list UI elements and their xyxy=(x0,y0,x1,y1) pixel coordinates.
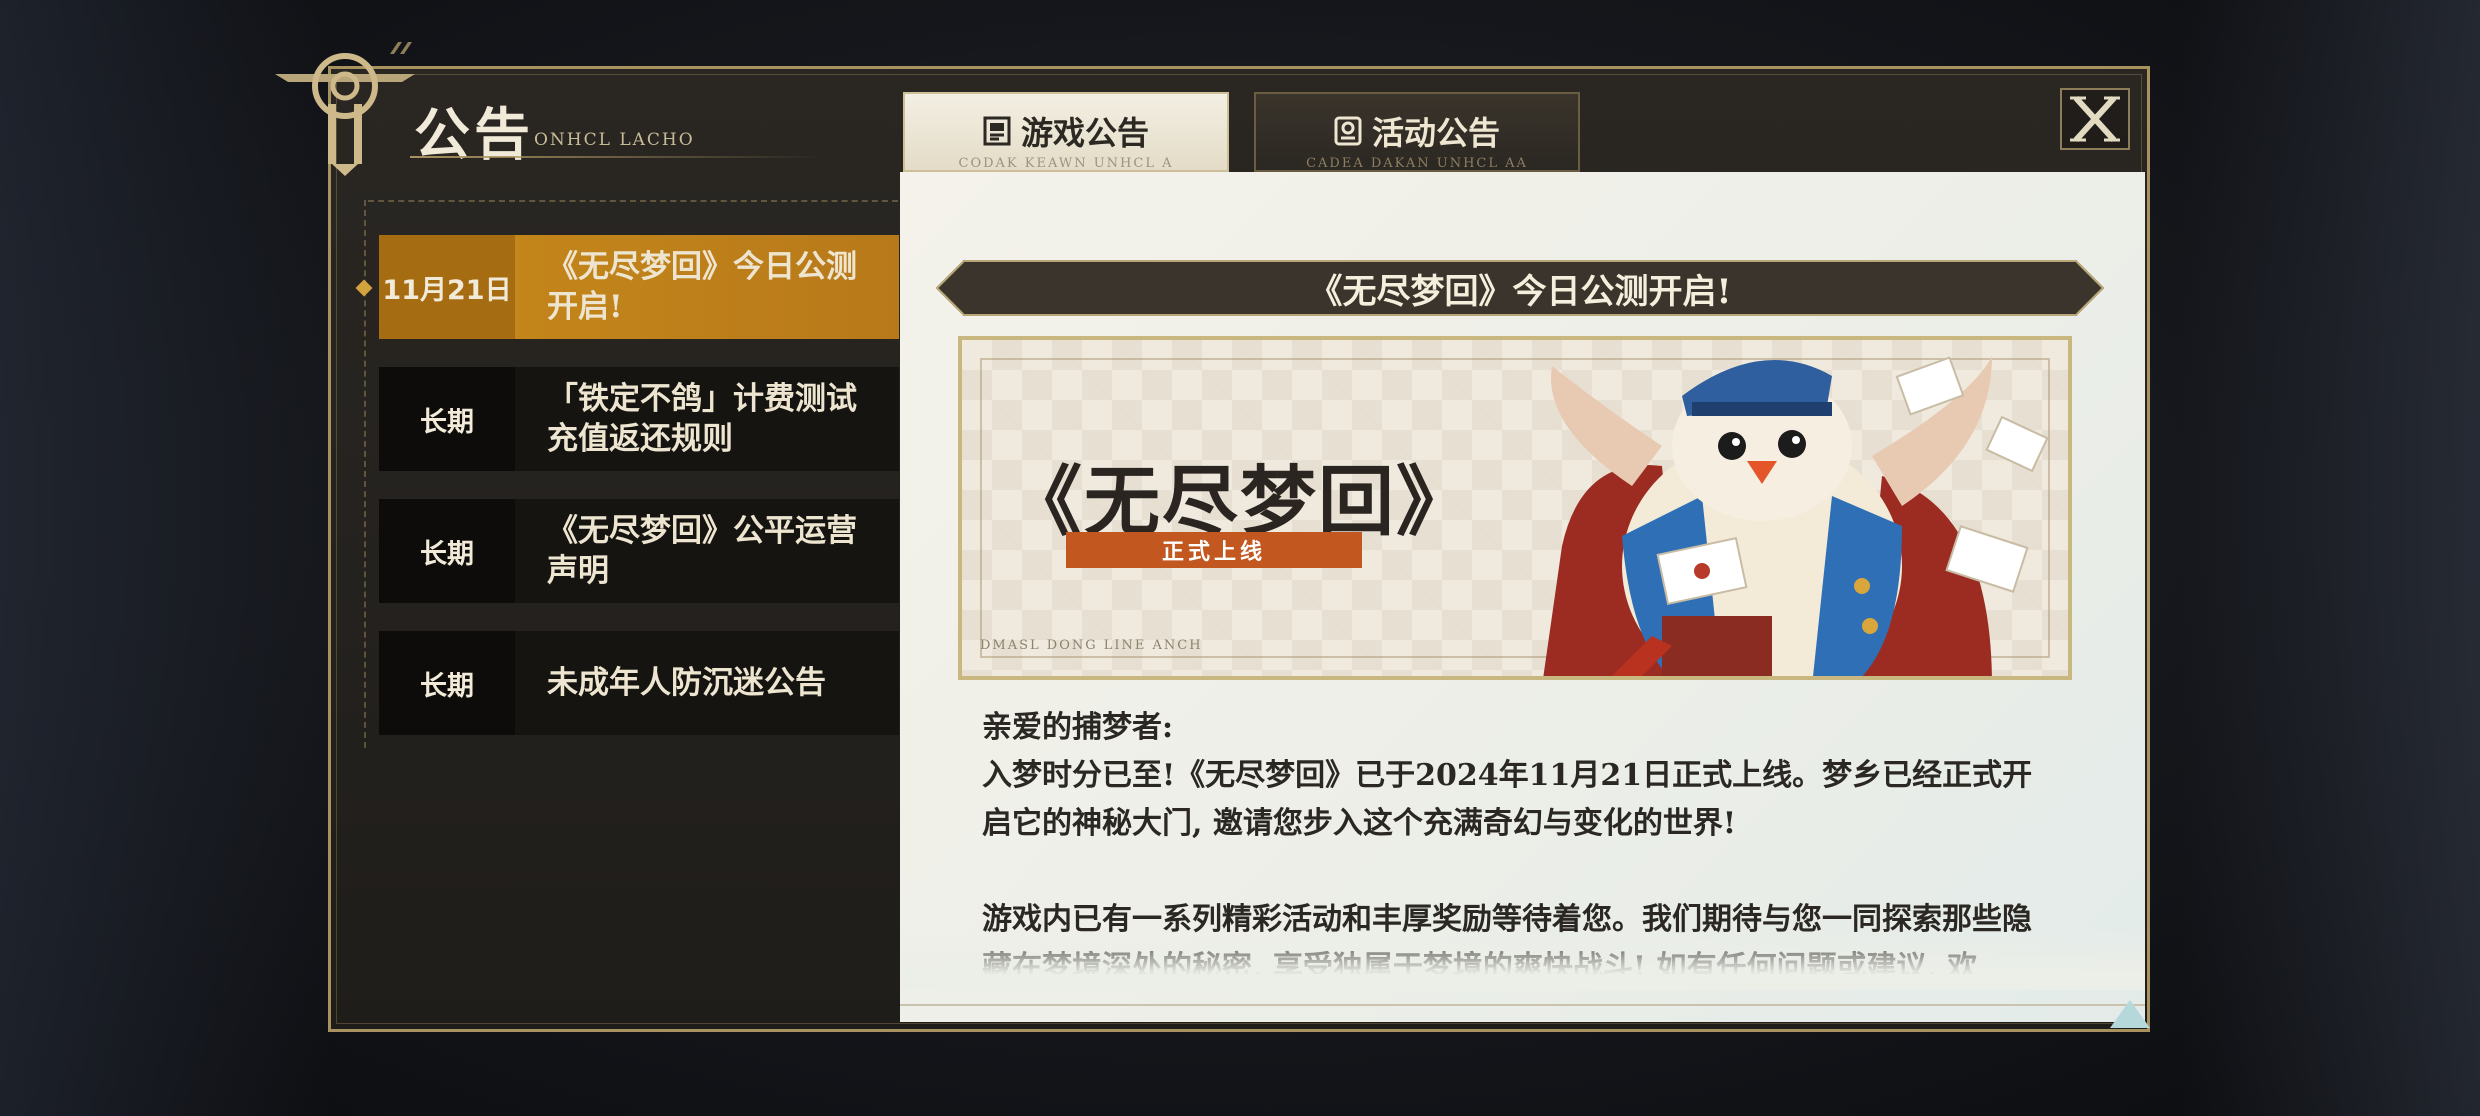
list-item-date: 长期 xyxy=(379,499,515,603)
list-item-minor-protection[interactable]: 长期 未成年人防沉迷公告 xyxy=(379,631,899,735)
emblem-icon xyxy=(275,42,415,176)
page-subtitle: ONHCL LACHO xyxy=(534,130,695,150)
list-item-title: 《无尽梦回》公平运营声明 xyxy=(547,513,857,589)
close-button[interactable] xyxy=(2060,88,2130,150)
tab-game-notice[interactable]: 游戏公告 CODAK KEAWN UNHCL A xyxy=(903,92,1229,172)
list-item-title: 「铁定不鸽」计费测试充值返还规则 xyxy=(547,381,857,457)
notice-icon xyxy=(983,116,1011,146)
banner-footnote: DMASL DONG LINE ANCH xyxy=(980,638,1203,653)
page-title: 公告 xyxy=(414,102,534,168)
list-item-launch[interactable]: 11月21日 《无尽梦回》今日公测开启! xyxy=(379,235,899,339)
tab-game-notice-sub: CODAK KEAWN UNHCL A xyxy=(958,156,1174,171)
article-heading-bar: 《无尽梦回》今日公测开启! xyxy=(964,260,2076,316)
mascot-bird-illustration xyxy=(1543,356,2049,676)
list-item-refund[interactable]: 长期 「铁定不鸽」计费测试充值返还规则 xyxy=(379,367,899,471)
list-item-date: 长期 xyxy=(379,367,515,471)
article-heading: 《无尽梦回》今日公测开启! xyxy=(1308,271,1732,312)
tab-game-notice-label: 游戏公告 xyxy=(1020,114,1149,152)
list-item-date: 长期 xyxy=(379,631,515,735)
tab-event-notice-label: 活动公告 xyxy=(1371,114,1500,152)
list-divider xyxy=(368,200,898,202)
panel-bottom-divider xyxy=(900,1004,2145,1006)
article-greeting: 亲爱的捕梦者: xyxy=(982,710,1174,745)
corner-ornament xyxy=(2110,1000,2150,1028)
close-icon xyxy=(2070,95,2120,143)
list-item-title: 《无尽梦回》今日公测开启! xyxy=(547,249,857,325)
title-divider xyxy=(410,156,820,158)
list-item-fair-play[interactable]: 长期 《无尽梦回》公平运营声明 xyxy=(379,499,899,603)
article-banner: 《无尽梦回》 正式上线 DMASL DONG LINE ANCH xyxy=(958,336,2072,680)
tab-event-notice-sub: CADEA DAKAN UNHCL AA xyxy=(1306,156,1528,171)
backdrop-right xyxy=(2180,0,2480,1116)
scroll-fade xyxy=(900,930,2145,990)
banner-tag: 正式上线 xyxy=(1066,532,1362,568)
list-item-title: 未成年人防沉迷公告 xyxy=(547,665,826,701)
tab-event-notice[interactable]: 活动公告 CADEA DAKAN UNHCL AA xyxy=(1254,92,1580,172)
list-item-date: 11月21日 xyxy=(379,235,515,339)
event-icon xyxy=(1334,116,1362,146)
article-paragraph-1: 入梦时分已至!《无尽梦回》已于2024年11月21日正式上线。梦乡已经正式开启它… xyxy=(982,758,2033,841)
